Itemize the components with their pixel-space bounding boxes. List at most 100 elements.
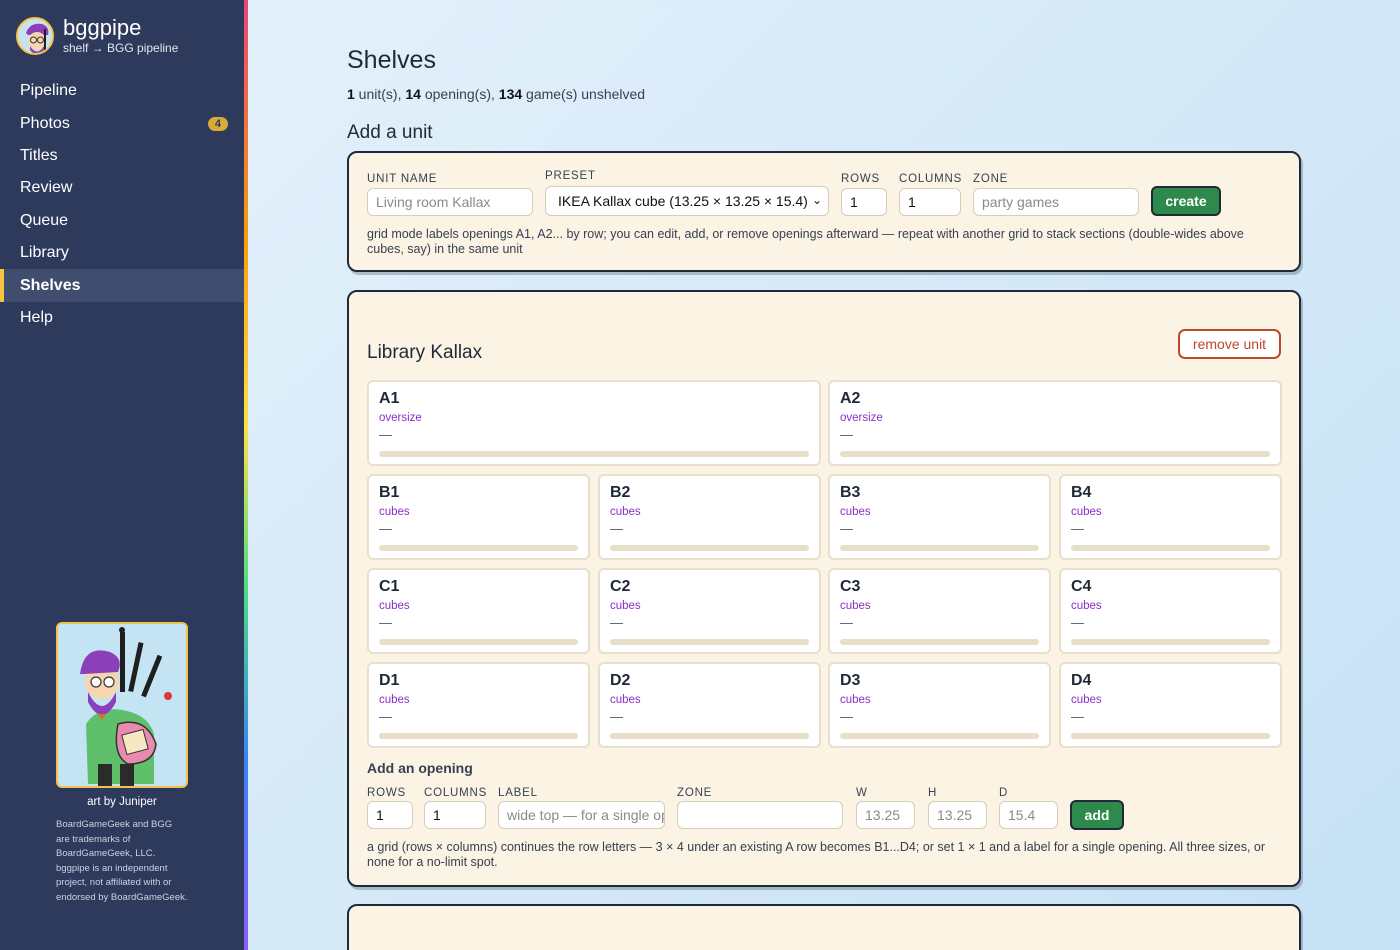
unit-count: 1: [347, 86, 355, 102]
opening-c2[interactable]: C2 cubes —: [598, 568, 821, 654]
opening-rows-input[interactable]: 1: [367, 801, 413, 829]
opening-c3[interactable]: C3 cubes —: [828, 568, 1051, 654]
unit-name-input[interactable]: Living room Kallax: [367, 188, 533, 216]
nav-item-label: Help: [20, 308, 53, 326]
unit-panel: Library Kallax remove unit A1 oversize —…: [347, 290, 1301, 887]
opening-name: B1: [379, 484, 400, 501]
opening-contents: —: [840, 709, 853, 724]
opening-a2[interactable]: A2 oversize —: [828, 380, 1282, 466]
opening-contents: —: [379, 521, 392, 536]
opening-b1[interactable]: B1 cubes —: [367, 474, 590, 560]
opening-d3[interactable]: D3 cubes —: [828, 662, 1051, 748]
opening-zone: oversize: [840, 412, 883, 424]
brand-logo-icon: [16, 16, 54, 55]
nav-item-queue[interactable]: Queue: [0, 205, 244, 237]
unit-name-label: UNIT NAME: [367, 173, 438, 185]
opening-zone-input[interactable]: [677, 801, 843, 829]
opening-contents: —: [840, 427, 853, 442]
unit-title: Library Kallax: [367, 342, 483, 363]
add-unit-title: Add a unit: [347, 122, 433, 143]
opening-b3[interactable]: B3 cubes —: [828, 474, 1051, 560]
nav-item-label: Photos: [20, 114, 70, 132]
opening-fill-bar: [840, 639, 1039, 645]
opening-contents: —: [1071, 709, 1084, 724]
nav-item-label: Queue: [20, 211, 69, 229]
opening-a1[interactable]: A1 oversize —: [367, 380, 821, 466]
add-unit-hint: grid mode labels openings A1, A2... by r…: [367, 227, 1244, 256]
opening-contents: —: [840, 521, 853, 536]
nav-item-library[interactable]: Library: [0, 237, 244, 269]
nav-item-label: Pipeline: [20, 82, 77, 100]
nav-item-titles[interactable]: Titles: [0, 140, 244, 172]
opening-zone: cubes: [379, 694, 410, 706]
columns-input[interactable]: 1: [899, 188, 961, 216]
add-opening-button[interactable]: add: [1070, 800, 1124, 830]
opening-zone: cubes: [1071, 506, 1102, 518]
opening-b2[interactable]: B2 cubes —: [598, 474, 821, 560]
rows-input[interactable]: 1: [841, 188, 887, 216]
add-opening-hint: a grid (rows × columns) continues the ro…: [367, 840, 1266, 869]
depth-input[interactable]: 15.4: [999, 801, 1058, 829]
trademark-notice: BoardGameGeek and BGG are trademarks of …: [56, 819, 188, 903]
opening-fill-bar: [1071, 639, 1270, 645]
add-opening-title: Add an opening: [367, 760, 473, 776]
brand[interactable]: bggpipe shelf → BGG pipeline: [16, 16, 178, 55]
opening-contents: —: [840, 615, 853, 630]
opening-contents: —: [379, 615, 392, 630]
opening-fill-bar: [610, 639, 809, 645]
unshelved-count-label: game(s) unshelved: [522, 86, 646, 102]
opening-zone: cubes: [610, 600, 641, 612]
opening-fill-bar: [1071, 545, 1270, 551]
create-unit-button[interactable]: create: [1151, 186, 1221, 216]
main-nav: Pipeline Photos 4 Titles Review Queue Lib…: [0, 75, 244, 334]
nav-item-label: Titles: [20, 146, 58, 164]
opening-name: C2: [610, 578, 631, 595]
mascot-art-image: [56, 622, 188, 788]
opening-d1[interactable]: D1 cubes —: [367, 662, 590, 748]
opening-name: B3: [840, 484, 861, 501]
remove-unit-button[interactable]: remove unit: [1178, 329, 1281, 359]
brand-subtitle: shelf → BGG pipeline: [63, 41, 179, 55]
opening-b4[interactable]: B4 cubes —: [1059, 474, 1282, 560]
height-input[interactable]: 13.25: [928, 801, 987, 829]
preset-label: PRESET: [545, 170, 596, 182]
unit-count-label: unit(s),: [354, 86, 406, 102]
nav-item-review[interactable]: Review: [0, 172, 244, 204]
opening-contents: —: [1071, 521, 1084, 536]
opening-fill-bar: [610, 733, 809, 739]
nav-item-label: Shelves: [20, 276, 81, 294]
opening-zone: cubes: [610, 506, 641, 518]
unshelved-count: 134: [498, 86, 523, 102]
opening-contents: —: [610, 615, 623, 630]
nav-item-help[interactable]: Help: [0, 302, 244, 334]
opening-name: B4: [1071, 484, 1092, 501]
nav-item-shelves[interactable]: Shelves: [0, 269, 244, 302]
opening-contents: —: [1071, 615, 1084, 630]
opening-name: A2: [840, 390, 861, 407]
nav-item-photos[interactable]: Photos 4: [0, 107, 244, 139]
opening-name: C1: [379, 578, 400, 595]
opening-contents: —: [610, 521, 623, 536]
chevron-down-icon: ⌄: [811, 193, 822, 207]
opening-fill-bar: [379, 639, 578, 645]
nav-item-label: Review: [20, 179, 73, 197]
add-unit-panel: UNIT NAME Living room Kallax PRESET IKEA…: [347, 151, 1301, 272]
opening-columns-label: COLUMNS: [424, 787, 488, 799]
zone-input[interactable]: party games: [973, 188, 1139, 216]
depth-label: D: [999, 787, 1009, 799]
opening-c4[interactable]: C4 cubes —: [1059, 568, 1282, 654]
nav-item-pipeline[interactable]: Pipeline: [0, 75, 244, 107]
width-input[interactable]: 13.25: [856, 801, 915, 829]
opening-label-input[interactable]: wide top — for a single opening: [498, 801, 665, 829]
opening-d4[interactable]: D4 cubes —: [1059, 662, 1282, 748]
opening-d2[interactable]: D2 cubes —: [598, 662, 821, 748]
opening-c1[interactable]: C1 cubes —: [367, 568, 590, 654]
opening-zone: cubes: [840, 600, 871, 612]
opening-name: D2: [610, 672, 631, 689]
preset-select[interactable]: IKEA Kallax cube (13.25 × 13.25 × 15.4) …: [545, 186, 829, 216]
height-label: H: [928, 787, 938, 799]
sidebar: bggpipe shelf → BGG pipeline Pipeline Ph…: [0, 0, 244, 950]
zone-label: ZONE: [973, 173, 1009, 185]
opening-columns-input[interactable]: 1: [424, 801, 486, 829]
opening-zone: cubes: [1071, 694, 1102, 706]
